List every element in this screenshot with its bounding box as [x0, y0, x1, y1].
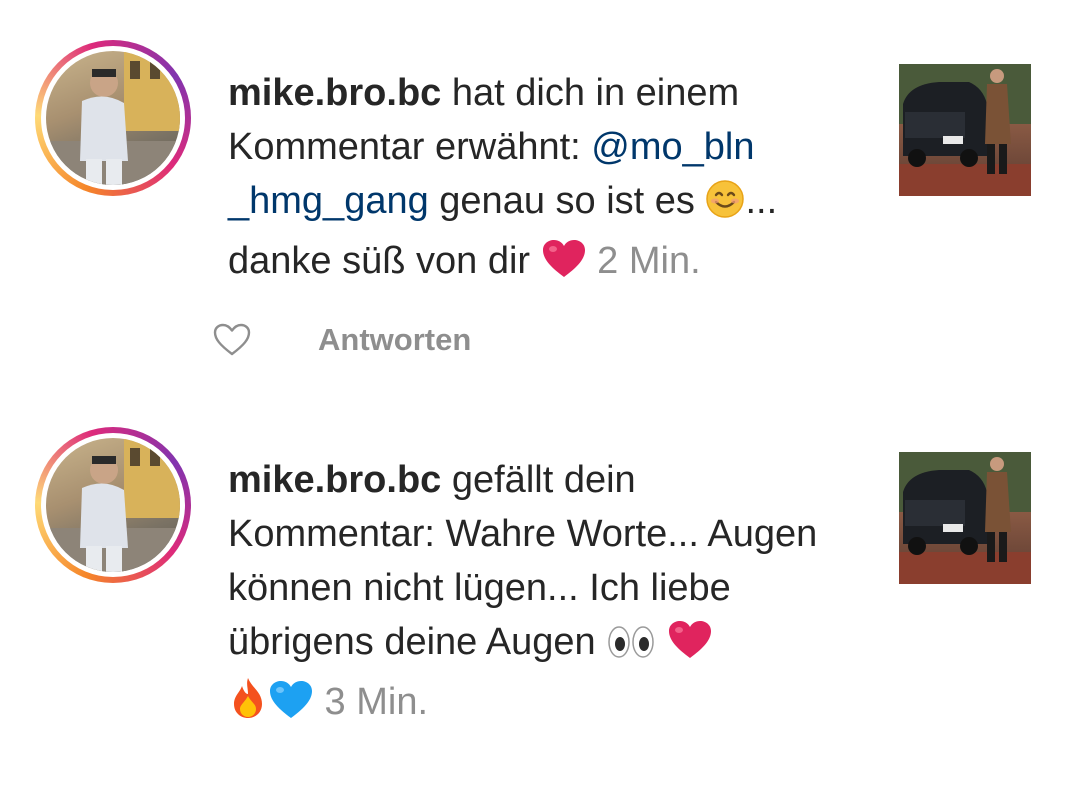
post-thumbnail[interactable] [899, 452, 1031, 584]
comment-text: genau so ist es [428, 180, 706, 222]
like-heart-icon[interactable] [212, 320, 252, 360]
red-heart-icon [667, 620, 713, 675]
avatar [46, 51, 180, 185]
avatar-story-ring[interactable] [35, 40, 191, 196]
blue-heart-icon [268, 680, 314, 735]
post-thumbnail[interactable] [899, 64, 1031, 196]
smiling-face-icon [705, 179, 745, 234]
eyes-icon [606, 621, 656, 675]
fire-icon [228, 676, 268, 735]
timestamp: 3 Min. [314, 681, 429, 723]
avatar-border [41, 46, 185, 190]
timestamp: 2 Min. [586, 240, 701, 282]
notification-text: mike.bro.bc gefällt dein Kommentar: Wahr… [228, 453, 848, 735]
avatar-story-ring[interactable] [35, 427, 191, 583]
reply-button[interactable]: Antworten [318, 322, 471, 358]
avatar [46, 438, 180, 572]
username[interactable]: mike.bro.bc [228, 459, 441, 501]
avatar-border [41, 433, 185, 577]
red-heart-icon [541, 239, 587, 294]
username[interactable]: mike.bro.bc [228, 72, 441, 114]
notification-text: mike.bro.bc hat dich in einem Kommentar … [228, 66, 848, 294]
notification-actions: Antworten [212, 316, 471, 364]
